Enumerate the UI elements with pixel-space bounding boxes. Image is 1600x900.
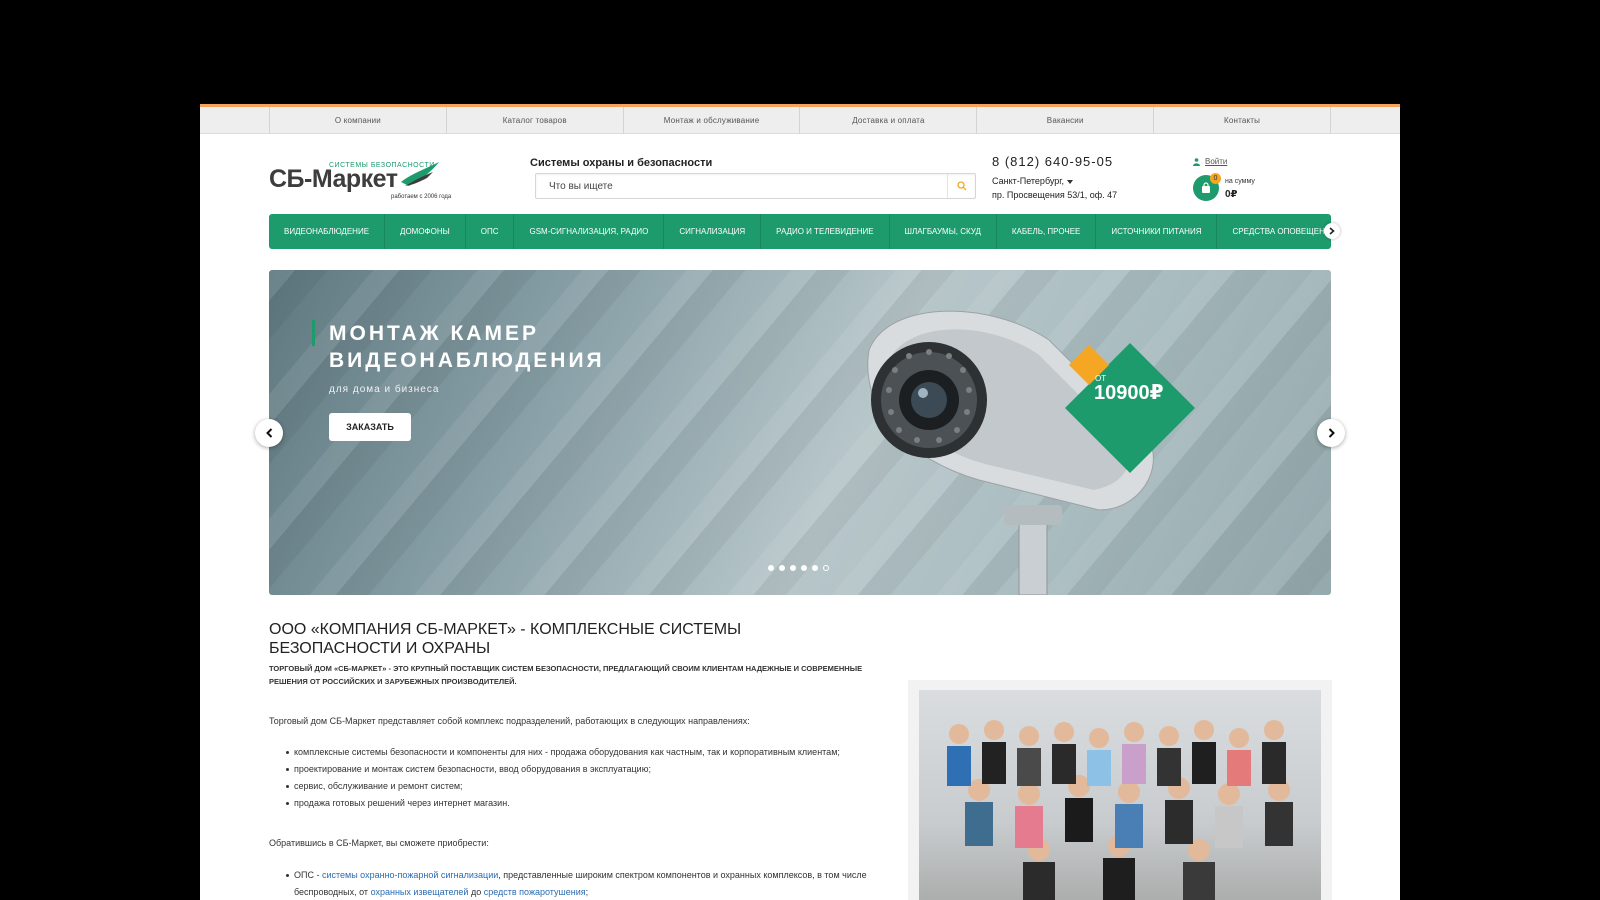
page-title: ООО «КОМПАНИЯ СБ-МАРКЕТ» - КОМПЛЕКСНЫЕ С…: [269, 621, 742, 657]
ops-text: ;: [585, 887, 589, 897]
catalog-nav-item[interactable]: Видеонаблюдение: [269, 214, 386, 249]
price-tag: [1065, 343, 1195, 473]
chevron-right-icon: [1329, 227, 1335, 235]
order-button[interactable]: ЗАКАЗАТЬ: [329, 413, 411, 441]
slider-next-button[interactable]: [1317, 419, 1345, 447]
header: СИСТЕМЫ БЕЗОПАСНОСТИ СБ-Маркет работаем …: [200, 134, 1400, 213]
catalog-nav-item[interactable]: Радио и телевидение: [761, 214, 890, 249]
lead-text: Торговый дом «СБ-Маркет» - это крупный п…: [269, 664, 863, 686]
offer-list: ОПС - системы охранно-пожарной сигнализа…: [286, 867, 884, 900]
logo-since: работаем с 2006 года: [391, 194, 452, 200]
ops-prefix: ОПС -: [294, 870, 322, 880]
offer-intro-text: Обратившись в СБ-Маркет, вы сможете прио…: [269, 838, 489, 848]
user-icon: [1193, 157, 1200, 166]
catalog-nav-item[interactable]: Домофоны: [385, 214, 466, 249]
catalog-nav-item[interactable]: Сигнализация: [664, 214, 762, 249]
phone-number[interactable]: 8 (812) 640-95-05: [992, 154, 1113, 169]
list-item: проектирование и монтаж систем безопасно…: [286, 761, 884, 778]
search-button[interactable]: [947, 174, 975, 198]
search-icon: [956, 181, 966, 191]
catalog-nav: Видеонаблюдение Домофоны ОПС GSM-сигнализац…: [269, 214, 1331, 249]
slider-dot[interactable]: [790, 565, 796, 571]
chevron-left-icon: [265, 428, 272, 438]
city-selector[interactable]: Санкт-Петербург,: [992, 176, 1073, 186]
promo-banner: ОТ 10900₽ МОНТАЖ КАМЕР ВИДЕОНАБЛЮДЕНИЯ д…: [269, 270, 1331, 595]
list-item: сервис, обслуживание и ремонт систем;: [286, 778, 884, 795]
intro-text: Торговый дом СБ-Маркет представляет собо…: [269, 716, 750, 726]
cart-sum: 0₽: [1225, 189, 1238, 200]
team-photo: [919, 690, 1321, 900]
top-nav-item[interactable]: Каталог товаров: [447, 107, 624, 134]
slider-dot[interactable]: [801, 565, 807, 571]
catalog-nav-next-button[interactable]: [1324, 223, 1340, 239]
login-label: Войти: [1205, 157, 1228, 166]
fire-extinguishing-link[interactable]: средств пожаротушения: [484, 887, 586, 897]
logo-swoosh-icon: [401, 162, 439, 186]
search-box: [535, 173, 976, 199]
top-nav-item[interactable]: Монтаж и обслуживание: [624, 107, 801, 134]
chevron-right-icon: [1328, 428, 1335, 438]
top-nav-item[interactable]: Контакты: [1154, 107, 1331, 134]
banner-subtitle: для дома и бизнеса: [329, 384, 440, 395]
price-value: 10900₽: [1094, 382, 1164, 404]
cart[interactable]: 0 на сумму 0₽: [1193, 173, 1313, 205]
site-tagline: Системы охраны и безопасности: [530, 157, 713, 169]
top-nav: О компании Каталог товаров Монтаж и обслуж…: [269, 107, 1331, 134]
banner-title: МОНТАЖ КАМЕР ВИДЕОНАБЛЮДЕНИЯ: [329, 322, 605, 372]
slider-dot[interactable]: [812, 565, 818, 571]
ops-link[interactable]: системы охранно-пожарной сигнализации: [322, 870, 498, 880]
catalog-nav-item[interactable]: Источники питания: [1096, 214, 1218, 249]
top-nav-bar: О компании Каталог товаров Монтаж и обслуж…: [200, 107, 1400, 134]
cart-sum-label: на сумму: [1225, 178, 1255, 185]
detectors-link[interactable]: охранных извещателей: [371, 887, 469, 897]
team-photo-card: [908, 680, 1332, 900]
slider-dot[interactable]: [823, 565, 829, 571]
shopping-bag-icon: [1202, 182, 1210, 193]
slider-dot[interactable]: [779, 565, 785, 571]
login-link[interactable]: Войти: [1193, 157, 1227, 166]
catalog-nav-item[interactable]: Кабель, прочее: [997, 214, 1097, 249]
top-nav-item[interactable]: Доставка и оплата: [800, 107, 978, 134]
slider-dot[interactable]: [768, 565, 774, 571]
search-input[interactable]: [536, 174, 936, 198]
team-photo-image: [947, 720, 1293, 900]
address: пр. Просвещения 53/1, оф. 47: [992, 190, 1118, 200]
directions-list: комплексные системы безопасности и компо…: [286, 744, 884, 812]
catalog-nav-item[interactable]: GSM-сигнализация, радио: [514, 214, 665, 249]
cart-count-badge: 0: [1210, 173, 1221, 184]
banner-accent-bar: [312, 320, 315, 346]
top-nav-item[interactable]: О компании: [270, 107, 447, 134]
ops-text: до: [468, 887, 484, 897]
city-name: Санкт-Петербург,: [992, 176, 1064, 186]
list-item: комплексные системы безопасности и компо…: [286, 744, 884, 761]
page-frame: О компании Каталог товаров Монтаж и обслуж…: [200, 104, 1400, 900]
catalog-nav-item[interactable]: ОПС: [466, 214, 515, 249]
logo-text: СБ-Маркет: [269, 165, 398, 193]
slider-dots: [768, 565, 829, 571]
list-item: продажа готовых решений через интернет м…: [286, 795, 884, 812]
caret-down-icon: [1067, 179, 1073, 184]
list-item: ОПС - системы охранно-пожарной сигнализа…: [286, 867, 884, 900]
catalog-nav-item[interactable]: Средства оповещения: [1217, 214, 1331, 249]
catalog-nav-item[interactable]: Шлагбаумы, СКУД: [890, 214, 997, 249]
top-nav-item[interactable]: Вакансии: [977, 107, 1155, 134]
logo[interactable]: СИСТЕМЫ БЕЗОПАСНОСТИ СБ-Маркет работаем …: [269, 160, 451, 204]
slider-prev-button[interactable]: [255, 419, 283, 447]
